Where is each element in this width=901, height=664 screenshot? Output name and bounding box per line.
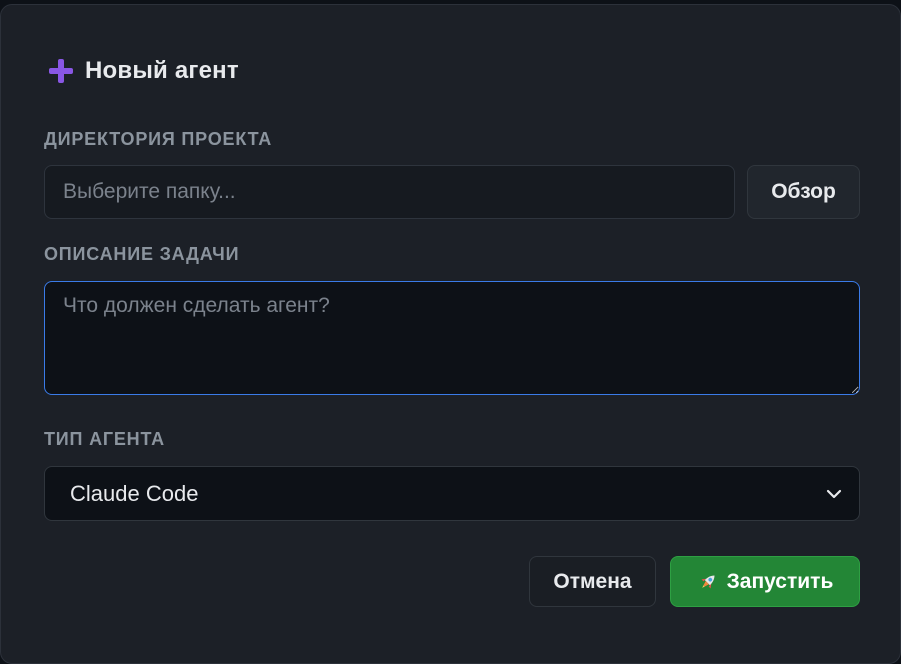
- task-description-label: ОПИСАНИЕ ЗАДАЧИ: [44, 244, 240, 264]
- agent-type-label: ТИП АГЕНТА: [44, 429, 165, 449]
- agent-type-select[interactable]: Claude Code: [44, 466, 860, 521]
- launch-button-label: Запустить: [726, 569, 834, 593]
- project-dir-label: ДИРЕКТОРИЯ ПРОЕКТА: [44, 129, 273, 149]
- dialog-title: Новый агент: [85, 57, 239, 84]
- agent-type-selected-value: Claude Code: [70, 480, 199, 506]
- chevron-down-icon: [826, 489, 842, 498]
- rocket-icon: [701, 575, 715, 588]
- plus-icon: [49, 59, 73, 83]
- browse-button[interactable]: Обзор: [747, 165, 860, 219]
- task-description-textarea[interactable]: [44, 281, 860, 395]
- project-dir-input[interactable]: [44, 165, 735, 219]
- launch-button[interactable]: Запустить: [670, 556, 860, 607]
- cancel-button[interactable]: Отмена: [529, 556, 656, 607]
- new-agent-dialog: Новый агент ДИРЕКТОРИЯ ПРОЕКТА Обзор ОПИ…: [0, 4, 901, 664]
- dialog-header: Новый агент: [47, 57, 239, 85]
